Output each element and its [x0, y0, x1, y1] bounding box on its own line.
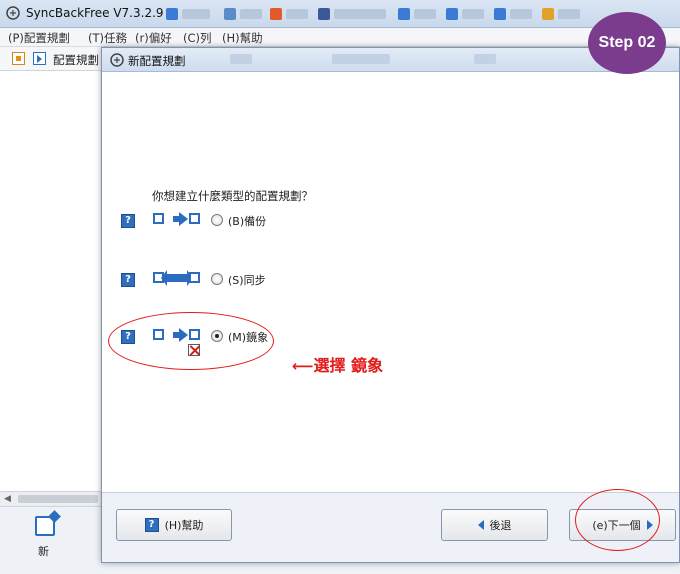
bookmark-item[interactable]	[414, 9, 436, 19]
bookmark-item[interactable]	[334, 9, 386, 19]
bookmark-icon	[494, 8, 506, 20]
bookmark-item[interactable]	[462, 9, 484, 19]
bookmark-item[interactable]	[286, 9, 308, 19]
new-profile-dialog: 新配置規劃 你想建立什麼類型的配置規劃？ ? (B)備份 ? (S)同步 ? (…	[101, 47, 680, 563]
two-way-arrow-icon	[161, 270, 193, 286]
arrow-left-icon: ⟵	[292, 357, 314, 375]
help-button-label: (H)幫助	[164, 519, 204, 532]
annotation-circle-next	[575, 489, 660, 551]
bookmark-icon	[446, 8, 458, 20]
annotation-circle-mirror	[108, 312, 274, 370]
sync-radio[interactable]	[211, 273, 223, 285]
backup-option-label[interactable]: (B)備份	[228, 213, 266, 229]
dialog-body: 你想建立什麼類型的配置規劃？ ? (B)備份 ? (S)同步 ? (M)鏡象 ⟵…	[102, 72, 679, 492]
app-title: SyncBackFree V7.3.2.9	[26, 6, 164, 20]
annotation-text: 選擇 鏡象	[313, 356, 384, 375]
bookmark-icon	[270, 8, 282, 20]
background-column-header	[474, 54, 496, 64]
bookmark-icon	[542, 8, 554, 20]
help-sync-icon[interactable]: ?	[121, 273, 135, 287]
menu-preferences[interactable]: (r)偏好	[135, 30, 172, 46]
profile-list-panel	[0, 71, 102, 499]
menu-columns[interactable]: (C)列	[183, 30, 212, 46]
target-folder-icon	[189, 272, 200, 283]
bookmark-icon	[398, 8, 410, 20]
bookmark-item[interactable]	[510, 9, 532, 19]
annotation-note: ⟵選擇 鏡象	[292, 352, 383, 376]
facebook-icon	[318, 8, 330, 20]
back-button-label: 後退	[489, 519, 512, 532]
scroll-left-icon[interactable]: ◀	[4, 494, 11, 504]
source-folder-icon	[153, 213, 164, 224]
bookmark-item[interactable]	[240, 9, 262, 19]
bookmark-icon	[224, 8, 236, 20]
new-profile-label[interactable]: 新	[38, 543, 49, 559]
help-button[interactable]: ? (H)幫助	[116, 509, 232, 541]
run-icon[interactable]	[33, 52, 46, 65]
background-column-header	[332, 54, 390, 64]
menu-profile[interactable]: (P)配置規劃	[8, 30, 70, 46]
dialog-title: 新配置規劃	[128, 54, 186, 68]
arrow-right-icon	[173, 212, 188, 226]
horizontal-scrollbar[interactable]: ◀	[0, 491, 102, 506]
stop-icon[interactable]	[12, 52, 25, 65]
syncback-app-icon	[6, 6, 20, 20]
bookmark-item[interactable]	[558, 9, 580, 19]
chevron-left-icon	[477, 520, 484, 530]
new-profile-icon[interactable]	[35, 516, 55, 536]
menu-help[interactable]: (H)幫助	[222, 30, 263, 46]
background-column-header	[230, 54, 252, 64]
syncback-app-icon	[110, 53, 124, 67]
scroll-thumb[interactable]	[18, 495, 98, 503]
main-titlebar: SyncBackFree V7.3.2.9	[0, 0, 680, 28]
step-badge: Step 02	[588, 12, 666, 74]
bookmark-item[interactable]	[182, 9, 210, 19]
target-folder-icon	[189, 213, 200, 224]
backup-radio[interactable]	[211, 214, 223, 226]
menu-task[interactable]: (T)任務	[88, 30, 127, 46]
help-backup-icon[interactable]: ?	[121, 214, 135, 228]
bookmark-icon	[166, 8, 178, 20]
profiles-panel-label: 配置規劃	[53, 53, 99, 67]
sync-option-label[interactable]: (S)同步	[228, 272, 266, 288]
back-button[interactable]: 後退	[441, 509, 548, 541]
menu-bar: (P)配置規劃 (T)任務 (r)偏好 (C)列 (H)幫助	[0, 28, 680, 47]
help-icon: ?	[144, 518, 159, 532]
profile-type-question: 你想建立什麼類型的配置規劃？	[152, 189, 313, 203]
